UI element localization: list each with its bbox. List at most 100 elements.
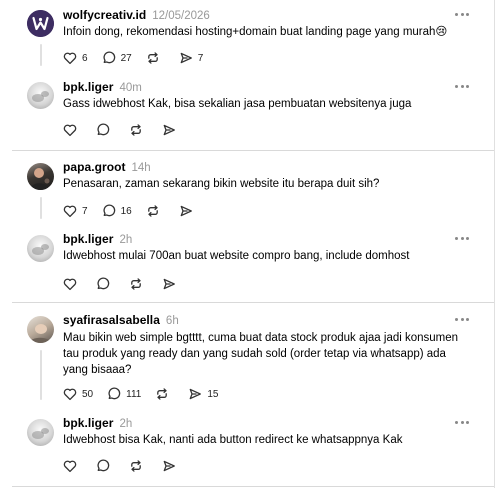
comment-count: 27 (120, 52, 132, 64)
wolf-logo-icon (27, 10, 54, 37)
comment-button[interactable] (96, 277, 110, 291)
comment-icon (102, 51, 116, 65)
comment-icon (96, 277, 110, 291)
repost-button[interactable] (129, 459, 143, 473)
comment-button[interactable] (96, 123, 110, 137)
more-icon[interactable] (455, 421, 469, 425)
username[interactable]: bpk.liger (63, 232, 113, 246)
more-icon[interactable] (455, 85, 469, 89)
share-button[interactable]: 7 (179, 51, 204, 65)
comment-button[interactable]: 27 (102, 51, 132, 65)
share-button[interactable] (162, 459, 176, 473)
repost-icon (129, 277, 143, 291)
comment-button[interactable] (96, 459, 110, 473)
share-count: 15 (207, 388, 219, 400)
heart-icon (63, 51, 77, 65)
repost-button[interactable] (146, 204, 160, 218)
heart-icon (63, 277, 77, 291)
like-count: 50 (82, 388, 94, 400)
post-text: Penasaran, zaman sekarang bikin website … (63, 178, 380, 190)
repost-button[interactable] (129, 277, 143, 291)
repost-icon (146, 51, 160, 65)
post-text: Gass idwebhost Kak, bisa sekalian jasa p… (63, 98, 412, 110)
heart-icon (63, 204, 77, 218)
share-button[interactable] (162, 277, 176, 291)
repost-button[interactable] (155, 387, 169, 401)
share-button[interactable] (179, 204, 193, 218)
avatar[interactable] (27, 419, 54, 446)
like-count: 6 (82, 52, 88, 64)
photo-avatar-icon (32, 244, 49, 255)
photo-avatar-icon (30, 168, 50, 190)
username[interactable]: bpk.liger (63, 416, 113, 430)
thread-line (40, 44, 42, 66)
share-icon (162, 277, 176, 291)
like-button[interactable] (63, 277, 77, 291)
like-button[interactable]: 50 (63, 387, 93, 401)
repost-button[interactable] (146, 51, 160, 65)
post-time: 12/05/2026 (152, 10, 210, 22)
thread-line (40, 197, 42, 219)
comment-count: 16 (120, 205, 132, 217)
avatar[interactable] (27, 82, 54, 109)
thread-separator (12, 302, 495, 303)
thread-line (40, 350, 42, 400)
repost-icon (129, 459, 143, 473)
post-time: 6h (165, 315, 179, 327)
avatar[interactable] (27, 163, 54, 190)
action-bar (63, 457, 195, 475)
share-icon (188, 387, 202, 401)
post-text: Infoin dong, rekomendasi hosting+domain … (63, 26, 448, 38)
thread-separator (12, 150, 495, 151)
repost-icon (146, 204, 160, 218)
post-time: 2h (119, 234, 133, 246)
heart-icon (63, 387, 77, 401)
more-icon[interactable] (455, 237, 469, 241)
thread-feed: wolfycreativ.id 12/05/2026 Infoin dong, … (0, 0, 495, 488)
post-time: 14h (131, 162, 151, 174)
repost-button[interactable] (129, 123, 143, 137)
more-icon[interactable] (455, 318, 469, 322)
share-button[interactable]: 15 (188, 387, 218, 401)
comment-icon (107, 387, 121, 401)
share-icon (179, 51, 193, 65)
heart-icon (63, 459, 77, 473)
post-text: Idwebhost bisa Kak, nanti ada button red… (63, 434, 403, 446)
share-icon (162, 123, 176, 137)
share-icon (179, 204, 193, 218)
action-bar (63, 275, 195, 293)
avatar[interactable] (27, 316, 54, 343)
like-button[interactable] (63, 459, 77, 473)
like-button[interactable]: 6 (63, 51, 88, 65)
share-count: 7 (197, 52, 204, 64)
comment-count: 111 (126, 388, 142, 400)
more-icon[interactable] (455, 13, 469, 17)
action-bar (63, 121, 195, 139)
comment-button[interactable]: 16 (102, 204, 132, 218)
like-button[interactable] (63, 123, 77, 137)
avatar[interactable] (27, 235, 54, 262)
thread-separator (12, 486, 495, 487)
like-count: 7 (82, 205, 88, 217)
comment-button[interactable]: 111 (107, 387, 141, 401)
photo-avatar-icon (29, 324, 52, 343)
share-icon (162, 459, 176, 473)
comment-icon (96, 123, 110, 137)
like-button[interactable]: 7 (63, 204, 88, 218)
share-button[interactable] (162, 123, 176, 137)
post-text: Idwebhost mulai 700an buat website compr… (63, 250, 410, 262)
action-bar: 7 16 (63, 202, 212, 220)
repost-icon (155, 387, 169, 401)
photo-avatar-icon (32, 91, 49, 102)
username[interactable]: papa.groot (63, 160, 126, 174)
action-bar: 6 27 7 (63, 49, 217, 67)
username[interactable]: wolfycreativ.id (63, 8, 146, 22)
avatar[interactable] (27, 10, 54, 37)
heart-icon (63, 123, 77, 137)
comment-icon (96, 459, 110, 473)
post-text: Mau bikin web simple bgtttt, cuma buat d… (63, 332, 459, 376)
action-bar: 50 111 15 (63, 385, 232, 403)
username[interactable]: syafirasalsabella (63, 313, 160, 327)
post-time: 40m (119, 82, 142, 94)
username[interactable]: bpk.liger (63, 80, 113, 94)
